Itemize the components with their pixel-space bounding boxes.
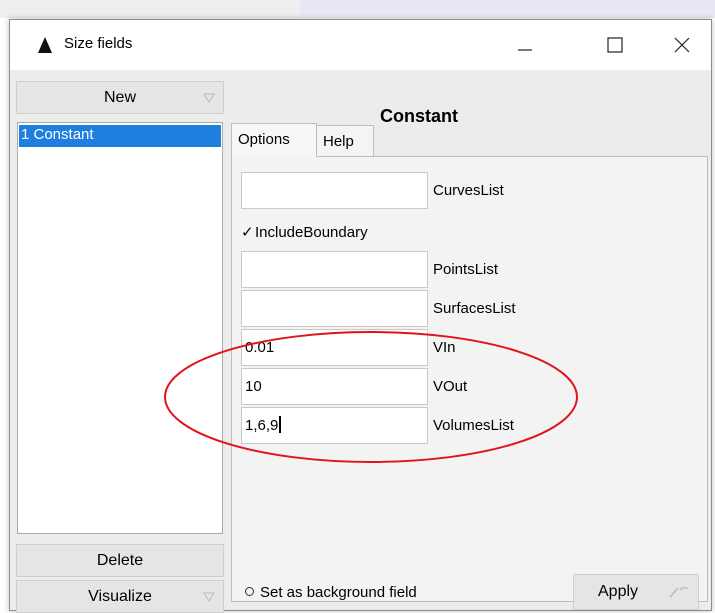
include-boundary-checkbox[interactable]: ✓IncludeBoundary: [241, 223, 368, 243]
close-icon: [674, 37, 690, 53]
dropdown-arrow-icon: [203, 93, 215, 103]
minimize-icon: [518, 49, 532, 51]
pointslist-label: PointsList: [433, 261, 499, 278]
maximize-button[interactable]: [593, 20, 637, 70]
curveslist-input[interactable]: [241, 172, 428, 209]
text-cursor: [279, 416, 282, 433]
window-title: Size fields: [64, 35, 133, 52]
vout-label: VOut: [433, 378, 468, 395]
vout-input[interactable]: 10: [241, 368, 428, 405]
background-field-radio[interactable]: Set as background field: [245, 583, 417, 603]
surfaceslist-label: SurfacesList: [433, 300, 516, 317]
radio-circle-icon: [245, 587, 254, 596]
panel-title: Constant: [380, 106, 458, 126]
vin-label: VIn: [433, 339, 456, 356]
volumeslist-input[interactable]: 1,6,9: [241, 407, 428, 444]
apply-button-label: Apply: [598, 583, 639, 600]
include-boundary-label: IncludeBoundary: [255, 224, 368, 241]
visualize-button[interactable]: Visualize: [16, 580, 224, 613]
size-field-list[interactable]: 1 Constant: [17, 122, 223, 534]
checkmark-icon: ✓: [241, 224, 254, 241]
dropdown-arrow-icon: [203, 592, 215, 602]
pointslist-input[interactable]: [241, 251, 428, 288]
new-button-label: New: [103, 89, 136, 106]
vin-input[interactable]: 0.01: [241, 329, 428, 366]
maximize-icon: [607, 37, 623, 53]
new-button[interactable]: New: [16, 81, 224, 114]
size-fields-window: Size fields New 1 Constant Delete Visual…: [9, 19, 712, 613]
volumeslist-value: 1,6,9: [245, 417, 279, 434]
delete-button[interactable]: Delete: [16, 544, 224, 577]
apply-button[interactable]: Apply: [573, 574, 699, 610]
visualize-button-label: Visualize: [88, 588, 152, 605]
tab-help[interactable]: Help: [316, 125, 374, 157]
delete-button-label: Delete: [96, 552, 144, 569]
minimize-button[interactable]: [503, 20, 547, 70]
background-field-label: Set as background field: [260, 584, 417, 601]
background-area-right: [300, 0, 715, 18]
background-area: [0, 0, 300, 18]
window-content: New 1 Constant Delete Visualize Constant…: [10, 70, 711, 613]
app-logo-icon: [36, 36, 54, 54]
volumeslist-label: VolumesList: [433, 417, 514, 434]
title-bar: Size fields: [10, 20, 711, 70]
curveslist-label: CurvesList: [433, 182, 504, 199]
surfaceslist-input[interactable]: [241, 290, 428, 327]
close-button[interactable]: [660, 20, 704, 70]
list-item-selected[interactable]: 1 Constant: [19, 125, 221, 147]
dropdown-arrow-icon: [669, 587, 688, 598]
tab-options[interactable]: Options: [231, 123, 317, 157]
